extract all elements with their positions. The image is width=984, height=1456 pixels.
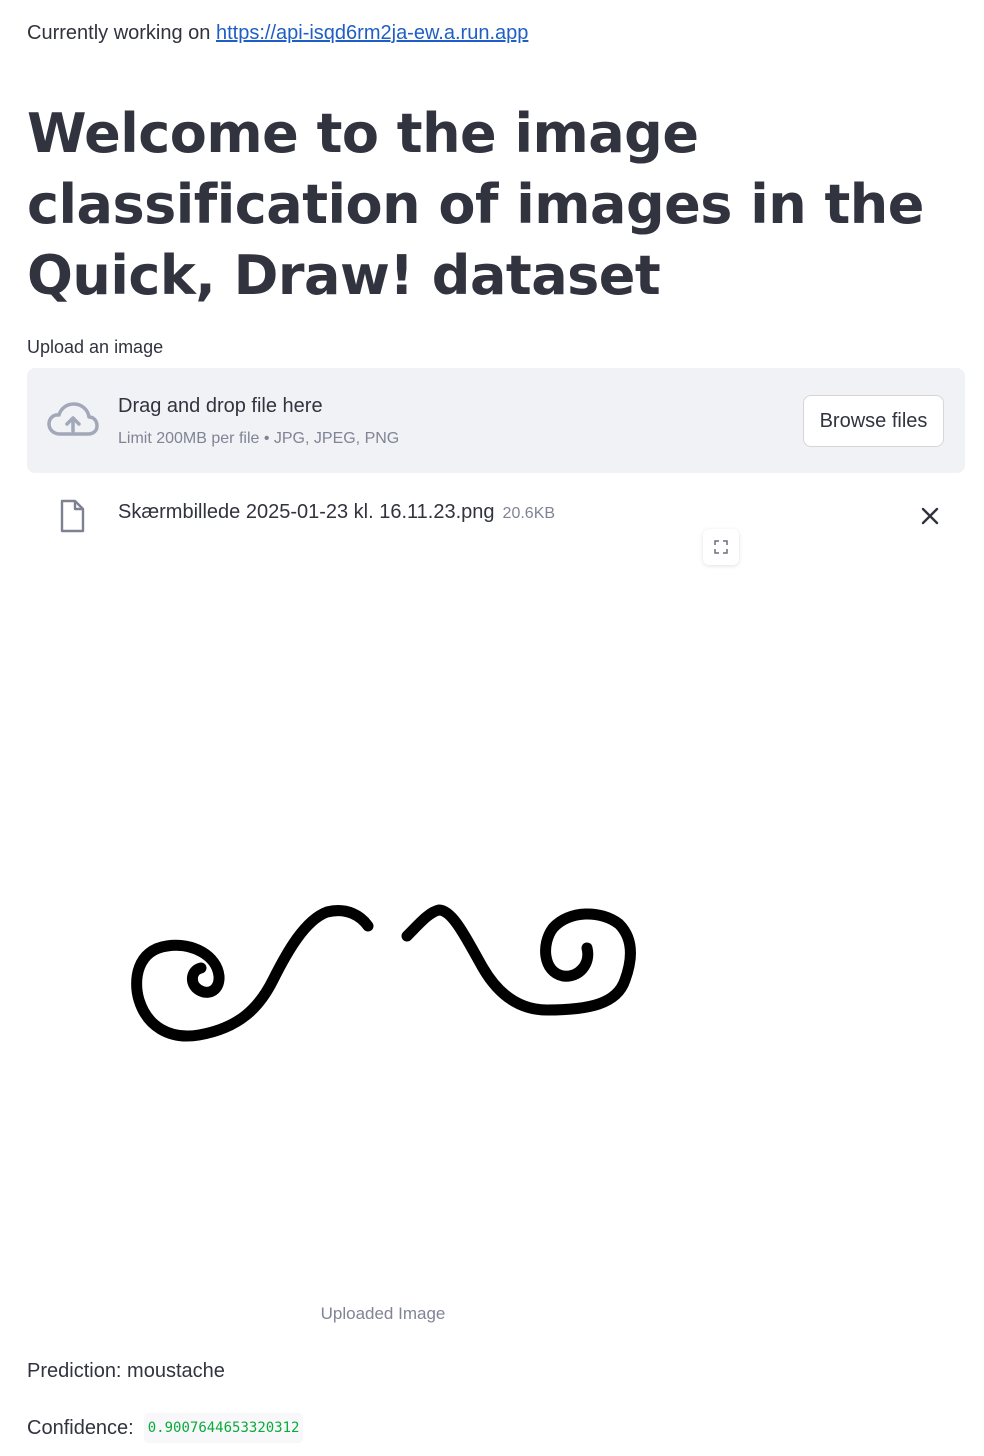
- status-line: Currently working on https://api-isqd6rm…: [27, 20, 528, 46]
- fullscreen-button[interactable]: [703, 529, 739, 565]
- fullscreen-icon: [714, 540, 728, 554]
- image-caption: Uploaded Image: [320, 1304, 446, 1323]
- confidence-value: 0.9007644653320312: [143, 1413, 304, 1443]
- upload-label: Upload an image: [27, 337, 164, 357]
- cloud-upload-icon: [47, 402, 99, 436]
- file-icon: [60, 499, 85, 533]
- prediction-text: Prediction: moustache: [27, 1360, 225, 1382]
- confidence-label: Confidence:: [27, 1417, 134, 1439]
- file-name: Skærmbillede 2025-01-23 kl. 16.11.23.png…: [118, 499, 555, 527]
- close-icon[interactable]: [920, 506, 940, 526]
- page-title: Welcome to the image classification of i…: [27, 102, 924, 307]
- file-size: 20.6KB: [502, 505, 556, 522]
- file-dropzone[interactable]: Drag and drop file here Limit 200MB per …: [27, 368, 965, 473]
- status-prefix: Currently working on: [27, 22, 211, 44]
- browse-files-button[interactable]: Browse files: [803, 395, 944, 447]
- confidence-line: Confidence: 0.9007644653320312: [27, 1413, 304, 1443]
- moustache-left-stroke: [131, 905, 374, 1042]
- dropzone-limit: Limit 200MB per file • JPG, JPEG, PNG: [118, 430, 400, 447]
- dropzone-title: Drag and drop file here: [118, 395, 323, 417]
- uploaded-image: [131, 904, 636, 1042]
- uploaded-file-row: Skærmbillede 2025-01-23 kl. 16.11.23.png…: [27, 490, 965, 540]
- moustache-right-stroke: [401, 904, 636, 1016]
- file-name-text: Skærmbillede 2025-01-23 kl. 16.11.23.png: [118, 501, 495, 523]
- api-link[interactable]: https://api-isqd6rm2ja-ew.a.run.app: [216, 22, 528, 44]
